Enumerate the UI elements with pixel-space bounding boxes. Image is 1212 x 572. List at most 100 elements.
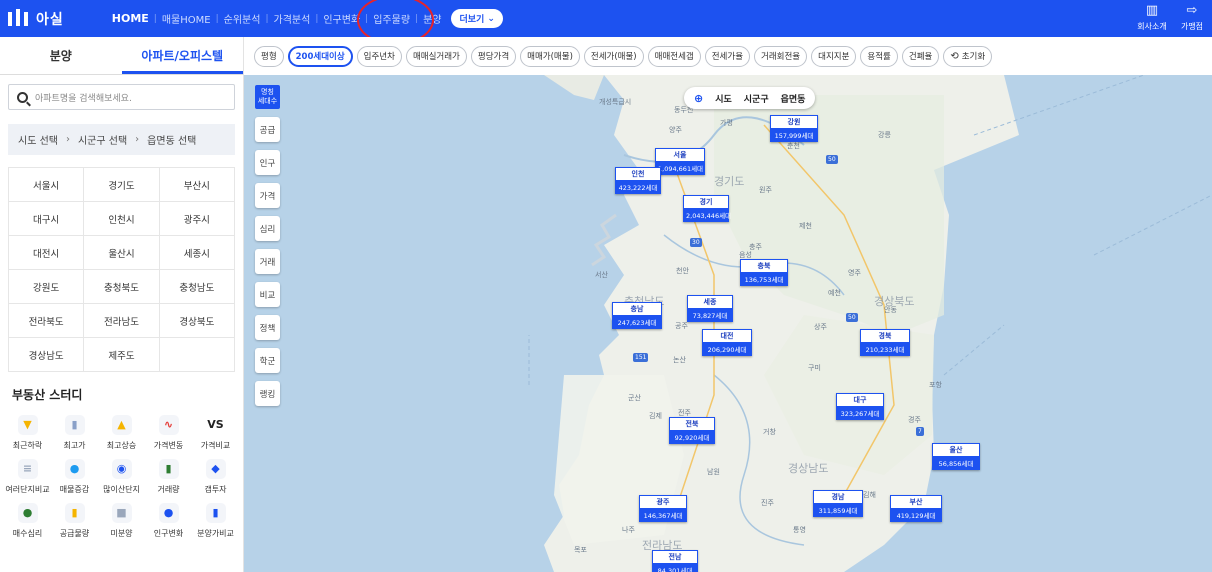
nav-presale[interactable]: 분양 — [419, 11, 445, 26]
region-item[interactable]: 전라남도 — [84, 304, 160, 338]
filter-chip[interactable]: 전세가(매물) — [583, 45, 644, 67]
region-marker[interactable]: 충남 247,623세대 — [612, 302, 662, 329]
layer-price[interactable]: 가격 — [255, 183, 280, 208]
study-item[interactable]: ▮ 공급물량 — [51, 503, 98, 539]
region-marker[interactable]: 경남 311,859세대 — [813, 490, 863, 517]
region-marker[interactable]: 경북 210,233세대 — [860, 329, 910, 356]
study-item[interactable]: ■ 미분양 — [98, 503, 145, 539]
filter-chip[interactable]: 매매실거래가 — [405, 45, 467, 67]
filter-chip[interactable]: 거래회전율 — [754, 45, 808, 67]
filter-chip[interactable]: 평당가격 — [470, 45, 517, 67]
layer-sentiment[interactable]: 심리 — [255, 216, 280, 241]
region-item[interactable]: 충청북도 — [84, 270, 160, 304]
map-view[interactable]: 개성특급시 동두천 가평 양주 춘천 강릉 경기도 원주 충주 제천 영주 안동… — [244, 75, 1212, 572]
study-item[interactable]: ▮ 최고가 — [51, 415, 98, 451]
region-marker[interactable]: 충북 136,753세대 — [740, 259, 788, 286]
region-item[interactable]: 부산시 — [159, 168, 235, 202]
region-item[interactable]: 전라북도 — [9, 304, 85, 338]
logo[interactable]: 아실 — [8, 0, 64, 37]
region-item[interactable]: 대전시 — [9, 236, 85, 270]
region-item[interactable]: 강원도 — [9, 270, 85, 304]
study-item[interactable]: ▼ 최근하락 — [4, 415, 51, 451]
region-item[interactable]: 경상남도 — [9, 338, 85, 372]
nav-population[interactable]: 인구변화 — [319, 11, 364, 26]
layer-compare[interactable]: 비교 — [255, 282, 280, 307]
region-item[interactable]: 서울시 — [9, 168, 85, 202]
filter-chip[interactable]: 전세가율 — [704, 45, 751, 67]
breadcrumb-sigungu[interactable]: 시군구 선택 — [78, 132, 127, 147]
layer-school[interactable]: 학군 — [255, 348, 280, 373]
region-marker[interactable]: 대구 323,267세대 — [836, 393, 884, 420]
layer-transactions[interactable]: 거래 — [255, 249, 280, 274]
company-link[interactable]: ▥ 회사소개 — [1132, 0, 1172, 32]
layer-name-households[interactable]: 명칭 세대수 — [255, 85, 280, 109]
level-sigungu[interactable]: 시군구 — [744, 92, 769, 105]
unsold-icon: ■ — [111, 503, 132, 523]
region-marker[interactable]: 전남 84,301세대 — [652, 550, 698, 572]
region-marker[interactable]: 서울 1,094,661세대 — [655, 148, 705, 175]
breadcrumb-eupmyeondong[interactable]: 읍면동 선택 — [147, 132, 196, 147]
reset-button[interactable]: ⟲ 초기화 — [943, 45, 993, 67]
study-item[interactable]: ● 매물증감 — [51, 459, 98, 495]
study-item[interactable]: ● 인구변화 — [145, 503, 192, 539]
filter-chip[interactable]: 매매가(매물) — [520, 45, 580, 67]
region-marker[interactable]: 대전 206,290세대 — [702, 329, 752, 356]
region-marker[interactable]: 인천 423,222세대 — [615, 167, 661, 194]
study-item[interactable]: ≡ 여러단지비교 — [4, 459, 51, 495]
level-eupmyeondong[interactable]: 읍면동 — [781, 92, 806, 105]
company-link-label: 회사소개 — [1137, 22, 1167, 31]
region-item[interactable]: 경기도 — [84, 168, 160, 202]
more-button[interactable]: 더보기 ⌄ — [451, 9, 503, 28]
region-item[interactable]: 인천시 — [84, 202, 160, 236]
search-input[interactable]: 아파트명을 검색해보세요. — [8, 84, 235, 110]
nav-listing-home[interactable]: 매물HOME — [158, 11, 215, 26]
study-item[interactable]: ∿ 가격변동 — [145, 415, 192, 451]
study-item[interactable]: ▮ 분양가비교 — [192, 503, 239, 539]
nav-home[interactable]: HOME — [108, 12, 153, 25]
study-item[interactable]: ◆ 갭투자 — [192, 459, 239, 495]
filter-chip[interactable]: 매매전세갭 — [647, 45, 701, 67]
chart-down-icon: ▼ — [17, 415, 38, 435]
region-marker[interactable]: 부산 419,129세대 — [890, 495, 942, 522]
layer-population[interactable]: 인구 — [255, 150, 280, 175]
franchise-link[interactable]: ⇨ 가맹점 — [1172, 0, 1212, 32]
filter-chip[interactable]: 평형 — [254, 45, 284, 67]
filter-chip[interactable]: 200세대이상 — [287, 45, 353, 67]
study-item[interactable]: ▲ 최고상승 — [98, 415, 145, 451]
marker-name: 전남 — [652, 550, 698, 563]
region-item[interactable]: 제주도 — [84, 338, 160, 372]
nav-price-analysis[interactable]: 가격분석 — [270, 11, 315, 26]
region-marker[interactable]: 전북 92,920세대 — [669, 417, 715, 444]
study-item[interactable]: VS 가격비교 — [192, 415, 239, 451]
filter-chip[interactable]: 용적률 — [860, 45, 898, 67]
layer-ranking[interactable]: 랭킹 — [255, 381, 280, 406]
region-marker[interactable]: 울산 56,856세대 — [932, 443, 980, 470]
region-item[interactable]: 광주시 — [159, 202, 235, 236]
region-item[interactable]: 세종시 — [159, 236, 235, 270]
region-marker[interactable]: 세종 73,827세대 — [687, 295, 733, 322]
layer-supply[interactable]: 공급 — [255, 117, 280, 142]
filter-chip[interactable]: 입주년차 — [356, 45, 402, 67]
region-marker[interactable]: 광주 146,367세대 — [639, 495, 687, 522]
filter-chip[interactable]: 대지지분 — [811, 45, 857, 67]
layer-policy[interactable]: 정책 — [255, 315, 280, 340]
region-item[interactable]: 충청남도 — [159, 270, 235, 304]
breadcrumb-sido[interactable]: 시도 선택 — [18, 132, 58, 147]
study-item[interactable]: ● 매수심리 — [4, 503, 51, 539]
region-marker[interactable]: 강원 157,999세대 — [770, 115, 818, 142]
region-item[interactable]: 경상북도 — [159, 304, 235, 338]
marker-household-count: 210,233세대 — [860, 342, 910, 356]
region-item[interactable]: 울산시 — [84, 236, 160, 270]
level-sido[interactable]: 시도 — [715, 92, 732, 105]
filter-chip[interactable]: 건폐율 — [901, 45, 940, 67]
tab-presale[interactable]: 분양 — [0, 37, 122, 74]
tab-apartment-officetel[interactable]: 아파트/오피스텔 — [121, 37, 243, 74]
pulse-icon: ∿ — [158, 415, 179, 435]
region-item[interactable]: 대구시 — [9, 202, 85, 236]
region-marker[interactable]: 경기 2,043,446세대 — [683, 195, 731, 222]
study-item[interactable]: ▮ 거래량 — [145, 459, 192, 495]
marker-name: 서울 — [655, 148, 705, 161]
study-item[interactable]: ◉ 많이산단지 — [98, 459, 145, 495]
nav-ranking[interactable]: 순위분석 — [220, 11, 265, 26]
nav-move-in-volume[interactable]: 입주물량 — [369, 11, 414, 26]
